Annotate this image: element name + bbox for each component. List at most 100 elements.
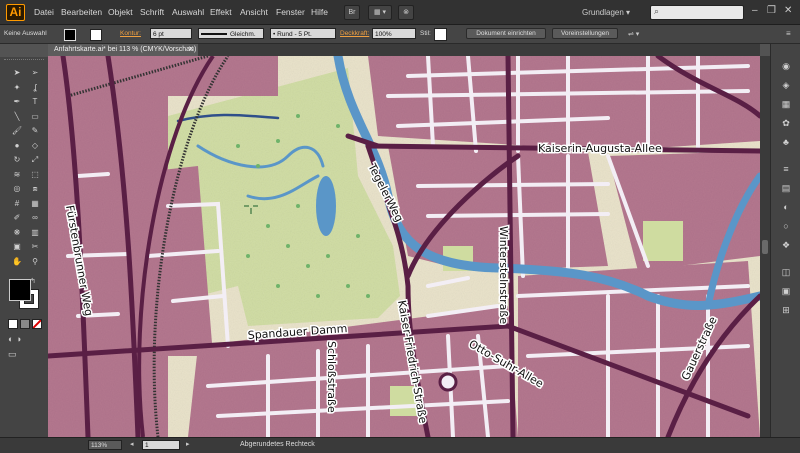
tool-eraser-icon[interactable]: ◇ — [28, 140, 42, 152]
tool-gradient-icon[interactable]: ▦ — [28, 198, 42, 210]
panel-layers-icon[interactable]: ◫ — [779, 266, 793, 278]
drawing-mode-icon[interactable]: ◐ ◑ — [8, 334, 21, 344]
align-icon[interactable]: ⇌ ▾ — [628, 30, 639, 38]
graphic-style-swatch[interactable] — [434, 28, 447, 41]
minimize-button[interactable]: – — [752, 6, 758, 16]
roundabout — [438, 372, 458, 392]
tool-scale-icon[interactable]: ⤢ — [28, 154, 42, 166]
current-tool-status[interactable]: Abgerundetes Rechteck — [240, 441, 315, 448]
label-kaiserin-augusta-allee: Kaiserin-Augusta-Allee — [538, 142, 662, 155]
menu-fenster[interactable]: Fenster — [276, 7, 305, 17]
help-search-input[interactable]: ⌕ — [650, 5, 744, 20]
tool-magic-wand-icon[interactable]: ✦ — [10, 82, 24, 94]
zoom-field[interactable]: 113% — [88, 440, 122, 450]
artboard-number-field[interactable]: 1 — [142, 440, 180, 450]
gpu-preview-icon[interactable]: ⊗ — [398, 5, 414, 20]
close-button[interactable]: ✕ — [784, 6, 792, 16]
panel-grip[interactable] — [4, 59, 44, 62]
panel-gradient-icon[interactable]: ▤ — [779, 182, 793, 194]
tool-width-icon[interactable]: ≋ — [10, 169, 24, 181]
document-tab-title: Anfahrtskarte.ai* bei 113 % (CMYK/Vorsch… — [54, 46, 197, 53]
panel-align-icon[interactable]: ⊞ — [779, 304, 793, 316]
menu-datei[interactable]: Datei — [34, 7, 54, 17]
gradient-mode-icon[interactable] — [20, 319, 30, 329]
opacity-label[interactable]: Deckkraft: — [340, 30, 369, 37]
tool-pencil-icon[interactable]: ✎ — [28, 125, 42, 137]
tool-symbol-sprayer-icon[interactable]: ❋ — [10, 227, 24, 239]
tool-shape-builder-icon[interactable]: ◎ — [10, 183, 24, 195]
panel-symbols-icon[interactable]: ♣ — [779, 136, 793, 148]
tool-rotate-icon[interactable]: ↻ — [10, 154, 24, 166]
search-icon: ⌕ — [654, 6, 660, 16]
color-mode-icon[interactable] — [8, 319, 18, 329]
variable-width-profile[interactable]: Gleichm. — [198, 28, 264, 39]
prev-artboard-icon[interactable]: ◂ — [130, 440, 134, 448]
panel-menu-icon[interactable]: ≡ — [786, 29, 791, 38]
collapsed-panels-dock: ◉ ◈ ▦ ✿ ♣ ≡ ▤ ◐ ○ ❖ ◫ ▣ ⊞ — [770, 44, 800, 437]
arrange-documents-button[interactable]: ▦ ▾ — [368, 5, 392, 20]
label-wintersteinstrasse: Winterstelnstraße — [497, 226, 510, 324]
tool-blob-brush-icon[interactable]: ● — [10, 140, 24, 152]
tool-mesh-icon[interactable]: # — [10, 198, 24, 210]
opacity-field[interactable]: 100% — [372, 28, 416, 39]
close-tab-icon[interactable]: ✕ — [188, 44, 194, 56]
label-schlossstrasse: Schloßstraße — [325, 341, 338, 413]
preferences-button[interactable]: Voreinstellungen — [552, 28, 618, 39]
menu-hilfe[interactable]: Hilfe — [311, 7, 328, 17]
panel-swatches-icon[interactable]: ▦ — [779, 98, 793, 110]
artboard-canvas[interactable]: Kaiserin-Augusta-Allee TegelerWeg Winter… — [48, 56, 760, 437]
brush-definition[interactable]: • Rund - 5 Pt. — [270, 28, 336, 39]
stroke-swatch[interactable] — [90, 29, 102, 41]
control-bar: Keine Auswahl Kontur: 6 pt Gleichm. • Ru… — [0, 25, 800, 44]
tools-panel: ➤ ➢ ✦ ʆ ✒ T ╲ ▭ 🖌 ✎ ● ◇ ↻ ⤢ ≋ ⬚ ◎ ⧈ # ▦ ✐ ∞ ❋ ▥ ▣ ✂ ✋ ⚲ ↰ ◐ ◑ ▭ — [0, 57, 49, 437]
panel-graphic-styles-icon[interactable]: ❖ — [779, 239, 793, 251]
panel-brushes-icon[interactable]: ✿ — [779, 117, 793, 129]
screen-mode-icon[interactable]: ▭ — [8, 349, 17, 360]
tool-slice-icon[interactable]: ✂ — [28, 241, 42, 253]
tool-rectangle-icon[interactable]: ▭ — [28, 111, 42, 123]
panel-transparency-icon[interactable]: ◐ — [779, 201, 793, 213]
panel-color-icon[interactable]: ◉ — [779, 60, 793, 72]
fill-swatch[interactable] — [64, 29, 76, 41]
tool-free-transform-icon[interactable]: ⬚ — [28, 169, 42, 181]
document-tab[interactable]: Anfahrtskarte.ai* bei 113 % (CMYK/Vorsch… — [48, 44, 198, 56]
fill-color-box[interactable] — [9, 279, 31, 301]
menu-bar: Ai Datei Bearbeiten Objekt Schrift Auswa… — [0, 0, 800, 25]
none-mode-icon[interactable] — [32, 319, 42, 329]
selection-status: Keine Auswahl — [4, 30, 47, 37]
menu-effekt[interactable]: Effekt — [210, 7, 232, 17]
menu-schrift[interactable]: Schrift — [140, 7, 164, 17]
tool-pen-icon[interactable]: ✒ — [10, 96, 24, 108]
menu-ansicht[interactable]: Ansicht — [240, 7, 268, 17]
stroke-label[interactable]: Kontur: — [120, 30, 141, 37]
tool-zoom-icon[interactable]: ⚲ — [28, 256, 42, 268]
restore-button[interactable]: ❐ — [767, 6, 776, 16]
tool-column-graph-icon[interactable]: ▥ — [28, 227, 42, 239]
panel-color-guide-icon[interactable]: ◈ — [779, 79, 793, 91]
panel-appearance-icon[interactable]: ○ — [779, 220, 793, 232]
stroke-weight-field[interactable]: 6 pt — [150, 28, 192, 39]
vertical-scroll-thumb[interactable] — [762, 240, 768, 254]
tool-paintbrush-icon[interactable]: 🖌 — [10, 125, 24, 137]
workspace-switcher[interactable]: Grundlagen ▾ — [582, 8, 630, 17]
tool-hand-icon[interactable]: ✋ — [10, 256, 24, 268]
bridge-button[interactable]: Br — [344, 5, 360, 20]
tool-blend-icon[interactable]: ∞ — [28, 212, 42, 224]
tool-type-icon[interactable]: T — [28, 96, 42, 108]
menu-objekt[interactable]: Objekt — [108, 7, 133, 17]
menu-bearbeiten[interactable]: Bearbeiten — [61, 7, 102, 17]
panel-stroke-icon[interactable]: ≡ — [779, 163, 793, 175]
tool-direct-selection-icon[interactable]: ➢ — [28, 67, 42, 79]
tool-perspective-icon[interactable]: ⧈ — [28, 183, 42, 195]
next-artboard-icon[interactable]: ▸ — [186, 440, 190, 448]
tool-artboard-icon[interactable]: ▣ — [10, 241, 24, 253]
illustrator-logo: Ai — [6, 4, 25, 21]
map-artwork: Kaiserin-Augusta-Allee TegelerWeg Winter… — [48, 56, 760, 437]
menu-auswahl[interactable]: Auswahl — [172, 7, 204, 17]
panel-artboards-icon[interactable]: ▣ — [779, 285, 793, 297]
document-setup-button[interactable]: Dokument einrichten — [466, 28, 546, 39]
tool-lasso-icon[interactable]: ʆ — [28, 82, 42, 94]
tool-line-icon[interactable]: ╲ — [10, 111, 24, 123]
tool-selection-arrow-icon[interactable]: ➤ — [10, 67, 24, 79]
tool-eyedropper-icon[interactable]: ✐ — [10, 212, 24, 224]
